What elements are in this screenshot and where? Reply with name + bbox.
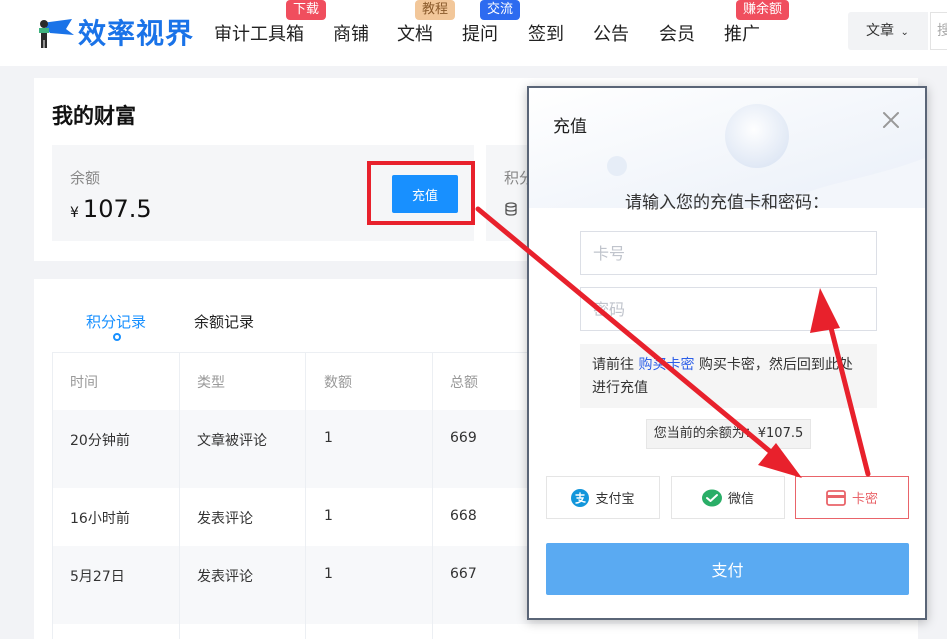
column-divider [305, 352, 306, 639]
cell-amount: 1 [324, 508, 333, 524]
nav-label: 审计工具箱 [214, 24, 304, 45]
nav-label: 商铺 [333, 24, 369, 45]
nav-badge-tutorial: 教程 [415, 0, 456, 20]
nav-badge-earn-balance: 赚余额 [736, 0, 790, 20]
tab-points-records[interactable]: 积分记录 [86, 311, 146, 332]
cell-amount: 1 [324, 566, 333, 582]
column-header-type: 类型 [197, 375, 225, 391]
nav-label: 提问 [462, 24, 498, 45]
coins-icon [504, 201, 520, 221]
balance-label: 余额 [70, 169, 101, 187]
page-title: 我的财富 [52, 104, 136, 128]
nav-label: 推广 [724, 24, 760, 45]
site-header: 效率视界 审计工具箱 下载 商铺 文档 教程 提问 交流 签到 公告 会员 推广… [0, 0, 947, 66]
modal-title: 充值 [553, 117, 587, 137]
balance-amount: 107.5 [82, 195, 152, 223]
pay-option-label: 微信 [727, 492, 754, 507]
currency-symbol: ¥ [70, 205, 79, 221]
nav-item-membership[interactable]: 会员 [659, 20, 695, 46]
nav-badge-discuss: 交流 [480, 0, 521, 20]
card-password-input[interactable] [580, 287, 877, 331]
nav-item-checkin[interactable]: 签到 [528, 20, 564, 46]
close-icon[interactable] [879, 108, 903, 132]
current-balance-chip: 您当前的余额为：¥107.5 [646, 419, 811, 449]
cell-amount: 1 [324, 430, 333, 446]
nav-item-announcements[interactable]: 公告 [593, 20, 629, 46]
logo-text: 效率视界 [78, 17, 195, 50]
cell-time: 16小时前 [70, 511, 130, 527]
nav-item-docs[interactable]: 文档 [397, 20, 433, 46]
chevron-down-icon: ⌄ [900, 27, 909, 38]
pay-option-label: 卡密 [851, 492, 878, 507]
purchase-info-box: 请前往 购买卡密 购买卡密，然后回到此处进行充值 [580, 344, 877, 408]
cell-total: 668 [450, 508, 477, 524]
tab-balance-records[interactable]: 余额记录 [194, 311, 254, 332]
cell-type: 发表评论 [197, 569, 253, 585]
pay-option-label: 支付宝 [595, 492, 635, 507]
column-divider [179, 352, 180, 639]
cell-time: 5月27日 [70, 569, 125, 585]
cell-total: 667 [450, 566, 477, 582]
search-input[interactable]: 搜 [930, 12, 947, 50]
search-input-text: 搜 [937, 23, 947, 39]
recharge-prompt: 请输入您的充值卡和密码： [625, 193, 829, 213]
nav-label: 文档 [397, 24, 433, 45]
nav-badge-download: 下载 [286, 0, 327, 20]
search-type-select[interactable]: 文章 ⌄ [848, 12, 928, 50]
balance-value: ¥107.5 [70, 195, 152, 223]
column-divider [432, 352, 433, 639]
annotation-highlight-box [367, 161, 475, 225]
column-divider [52, 352, 53, 639]
logo-superhero-icon [36, 15, 76, 49]
cell-time: 20分钟前 [70, 433, 130, 449]
column-header-total: 总额 [450, 375, 478, 391]
pay-option-wechat[interactable]: 微信 [671, 476, 785, 519]
column-header-time: 时间 [70, 375, 98, 391]
nav-label: 会员 [659, 24, 695, 45]
wechat-icon [701, 489, 722, 506]
cell-type: 文章被评论 [197, 433, 267, 449]
cell-type: 发表评论 [197, 511, 253, 527]
pay-option-card[interactable]: 卡密 [795, 476, 909, 519]
pay-option-alipay[interactable]: 支付宝 [546, 476, 660, 519]
alipay-icon [571, 488, 590, 507]
site-logo[interactable]: 效率视界 [36, 12, 194, 52]
card-number-input[interactable] [580, 231, 877, 275]
nav-item-shop[interactable]: 商铺 [333, 20, 369, 46]
active-tab-indicator [113, 333, 121, 341]
nav-item-audit-toolbox[interactable]: 审计工具箱 [214, 20, 304, 46]
nav-label: 公告 [593, 24, 629, 45]
nav-item-promotion[interactable]: 推广 [724, 20, 760, 46]
info-prefix: 请前往 [592, 357, 634, 373]
cell-total: 669 [450, 430, 477, 446]
column-header-amount: 数额 [324, 375, 352, 391]
search-type-label: 文章 [866, 23, 894, 39]
buy-card-link[interactable]: 购买卡密 [638, 357, 694, 373]
card-icon [826, 489, 846, 506]
nav-item-ask[interactable]: 提问 [462, 20, 498, 46]
nav-label: 签到 [528, 24, 564, 45]
pay-button[interactable]: 支付 [546, 543, 909, 595]
recharge-modal: 充值 请输入您的充值卡和密码： 请前往 购买卡密 购买卡密，然后回到此处进行充值… [527, 86, 927, 620]
